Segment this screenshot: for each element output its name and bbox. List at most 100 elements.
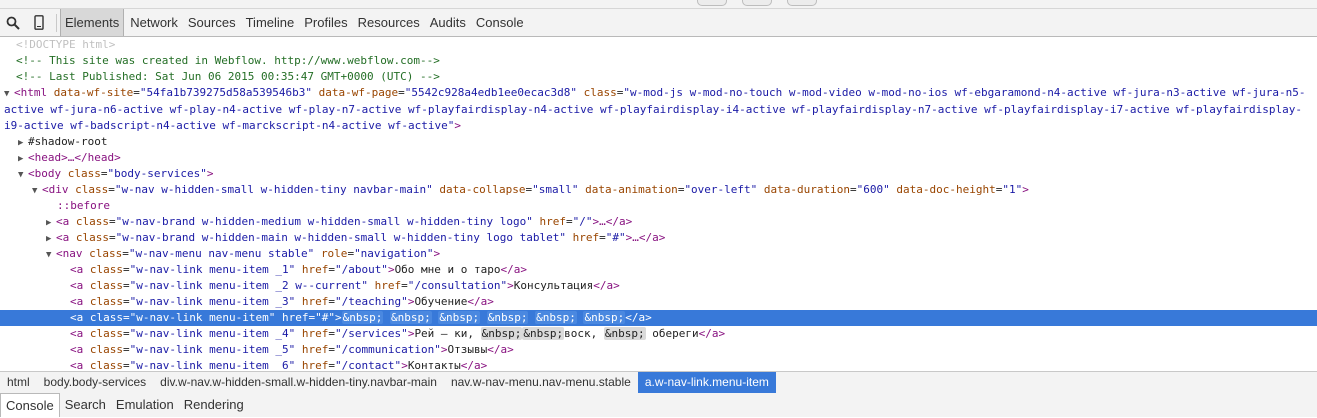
attr-value: "w-nav-menu nav-menu stable" (128, 247, 315, 260)
breadcrumb-item[interactable]: div.w-nav.w-hidden-small.w-hidden-tiny.n… (153, 372, 444, 393)
expanded-triangle-icon[interactable]: ▼ (46, 247, 56, 263)
nbsp-entity: &nbsp; (389, 311, 432, 324)
attr-name: data-wf-site (53, 86, 134, 99)
node-text: Обо мне и о таро (394, 263, 501, 276)
node-text: Контакты (407, 359, 461, 371)
dom-node-head[interactable]: ▶ <head>…</head> (0, 150, 1317, 166)
drawer-tab-rendering[interactable]: Rendering (179, 393, 249, 417)
dom-node-a-menu-item[interactable]: <a class="w-nav-link menu-item _4" href=… (0, 326, 1317, 342)
tag-name: <a (70, 359, 84, 371)
tab-console[interactable]: Console (472, 9, 528, 36)
dom-node-a-menu-item[interactable]: <a class="w-nav-link menu-item _3" href=… (0, 294, 1317, 310)
nbsp-entity: &nbsp; (603, 327, 646, 340)
attr-name: class (89, 343, 123, 356)
tag-name: <body (28, 167, 62, 180)
breadcrumb-item[interactable]: nav.w-nav-menu.nav-menu.stable (444, 372, 638, 393)
tag-name: <a (70, 263, 84, 276)
tag-end: > (206, 167, 214, 180)
dom-node-pseudo-before[interactable]: ::before (0, 198, 1317, 214)
close-tag: </a> (593, 279, 620, 292)
dom-node-div-nav[interactable]: ▼ <div class="w-nav w-hidden-small w-hidd… (0, 182, 1317, 198)
tab-timeline[interactable]: Timeline (242, 9, 299, 36)
breadcrumb-item[interactable]: html (0, 372, 37, 393)
tab-elements[interactable]: Elements (60, 9, 125, 36)
attr-value: "w-nav-link menu-item _3" (129, 295, 296, 308)
attr-value: "w-nav-link menu-item _2 w--current" (129, 279, 369, 292)
collapsed-triangle-icon[interactable]: ▶ (46, 231, 56, 247)
attr-value: "/consultation" (407, 279, 508, 292)
attr-value: "w-nav-link menu-item _1" (129, 263, 296, 276)
dom-node-a-brand[interactable]: ▶ <a class="w-nav-brand w-hidden-medium w… (0, 214, 1317, 230)
attr-name: class (89, 295, 123, 308)
dom-node-doctype[interactable]: <!DOCTYPE html> (0, 37, 1317, 53)
expanded-triangle-icon[interactable]: ▼ (18, 167, 28, 183)
tab-network[interactable]: Network (126, 9, 182, 36)
dom-node-a-menu-item[interactable]: <a class="w-nav-link menu-item _5" href=… (0, 342, 1317, 358)
close-tag: </a> (467, 295, 494, 308)
dom-node-a-menu-item[interactable]: <a class="w-nav-link menu-item _6" href=… (0, 358, 1317, 371)
attr-name: class (89, 311, 123, 324)
tab-audits[interactable]: Audits (426, 9, 470, 36)
attr-value: "w-nav-link menu-item _5" (129, 343, 296, 356)
node-text: Отзывы (447, 343, 488, 356)
device-mode-icon[interactable] (26, 10, 52, 36)
attr-name: href (301, 359, 329, 371)
tag-name: <nav (56, 247, 83, 260)
breadcrumb-item[interactable]: body.body-services (37, 372, 154, 393)
window-top-strip (0, 0, 1317, 9)
attr-value: "w-nav-brand w-hidden-main w-hidden-smal… (115, 231, 566, 244)
attr-value: "/about" (334, 263, 388, 276)
dom-node-html[interactable]: ▼ <html data-wf-site="54fa1b739275d58a539… (0, 85, 1317, 134)
attr-name: href (374, 279, 402, 292)
search-icon[interactable] (0, 10, 26, 36)
attr-name: class (75, 183, 109, 196)
drawer-tab-console[interactable]: Console (0, 393, 60, 417)
collapsed-triangle-icon[interactable]: ▶ (18, 151, 28, 167)
attr-name: href (301, 327, 329, 340)
tag-end: > (433, 247, 441, 260)
expanded-triangle-icon[interactable]: ▼ (4, 86, 14, 102)
dom-node-nav[interactable]: ▼ <nav class="w-nav-menu nav-menu stable"… (0, 246, 1317, 262)
tab-resources[interactable]: Resources (354, 9, 424, 36)
dom-node-comment[interactable]: <!-- Last Published: Sat Jun 06 2015 00:… (0, 69, 1317, 85)
attr-value: "w-nav-link menu-item" (129, 311, 276, 324)
attr-value: "w-nav-link menu-item _6" (129, 359, 296, 371)
node-text: Рей – ки, (414, 327, 481, 340)
breadcrumb-item-active[interactable]: a.w-nav-link.menu-item (637, 372, 776, 393)
top-button[interactable] (697, 0, 727, 6)
dom-node-shadow-root[interactable]: ▶ #shadow-root (0, 134, 1317, 150)
tag-end: > (440, 343, 448, 356)
dom-node-comment[interactable]: <!-- This site was created in Webflow. h… (0, 53, 1317, 69)
dom-node-a-menu-item-selected[interactable]: <a class="w-nav-link menu-item" href="#"… (0, 310, 1317, 326)
dom-tree[interactable]: <!DOCTYPE html> <!-- This site was creat… (0, 37, 1317, 371)
tab-profiles[interactable]: Profiles (300, 9, 351, 36)
collapsed-triangle-icon[interactable]: ▶ (46, 215, 56, 231)
dom-node-a-brand[interactable]: ▶ <a class="w-nav-brand w-hidden-main w-h… (0, 230, 1317, 246)
expanded-triangle-icon[interactable]: ▼ (32, 183, 42, 199)
attr-value: "w-nav-link menu-item _4" (129, 327, 296, 340)
tab-sources[interactable]: Sources (184, 9, 240, 36)
attr-name: data-doc-height (896, 183, 996, 196)
attr-name: class (67, 167, 101, 180)
top-button[interactable] (787, 0, 817, 6)
attr-name: class (583, 86, 617, 99)
attr-value: "w-nav-brand w-hidden-medium w-hidden-sm… (115, 215, 533, 228)
dom-node-body[interactable]: ▼ <body class="body-services"> (0, 166, 1317, 182)
attr-name: class (89, 359, 123, 371)
attr-value: "5542c928a4edb1ee0ecac3d8" (404, 86, 577, 99)
nbsp-entity: &nbsp; (438, 311, 481, 324)
doctype-text: <!DOCTYPE html> (16, 38, 116, 51)
drawer-tab-emulation[interactable]: Emulation (111, 393, 179, 417)
devtools-toolbar: Elements Network Sources Timeline Profil… (0, 9, 1317, 37)
drawer-tab-search[interactable]: Search (60, 393, 111, 417)
collapsed-triangle-icon[interactable]: ▶ (18, 135, 28, 151)
dom-node-a-menu-item[interactable]: <a class="w-nav-link menu-item _2 w--cur… (0, 278, 1317, 294)
top-button[interactable] (742, 0, 772, 6)
nbsp-entity: &nbsp; (583, 311, 626, 324)
dom-node-a-menu-item[interactable]: <a class="w-nav-link menu-item _1" href=… (0, 262, 1317, 278)
attr-value: "/teaching" (334, 295, 408, 308)
attr-name: href (301, 295, 329, 308)
attr-name: class (75, 215, 109, 228)
attr-name: class (75, 231, 109, 244)
nbsp-entity: &nbsp; (341, 311, 384, 324)
